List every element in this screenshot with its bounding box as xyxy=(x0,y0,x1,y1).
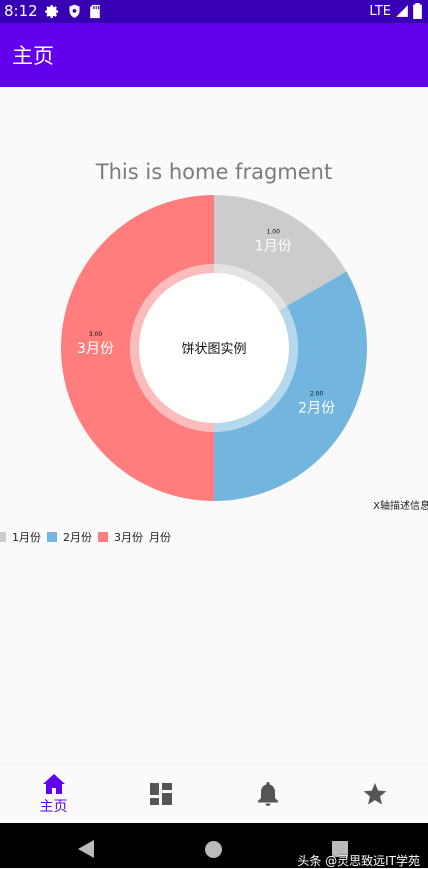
slice-label: 3月份 xyxy=(77,341,114,357)
status-time: 8:12 xyxy=(4,2,38,20)
gear-icon xyxy=(45,4,59,18)
slice-value-label: 2.00 xyxy=(310,390,324,397)
legend-label: 1月份 xyxy=(12,531,41,544)
pie-chart[interactable]: 1.00 1月份 2.00 2月份 3.00 3月份 饼状图实例 xyxy=(0,190,428,510)
slice-label: 1月份 xyxy=(255,238,292,254)
home-icon xyxy=(42,773,65,794)
legend-item-2: 2月份 xyxy=(47,529,92,545)
slice-value-label: 3.00 xyxy=(89,331,103,338)
legend-swatch xyxy=(0,532,6,542)
home-fragment-text: This is home fragment xyxy=(95,160,333,184)
legend-title: 月份 xyxy=(149,531,171,544)
watermark: 头条 @灵思致远IT学苑 xyxy=(297,854,420,868)
network-type: LTE xyxy=(369,3,391,19)
back-icon[interactable] xyxy=(78,840,94,858)
nav-favorites[interactable] xyxy=(321,764,428,824)
nav-home[interactable]: 主页 xyxy=(0,764,107,824)
chart-description: X轴描述信息 xyxy=(373,501,428,512)
nav-notifications[interactable] xyxy=(214,764,321,824)
legend-item-1: 1月份 xyxy=(0,529,41,545)
shield-icon xyxy=(69,4,80,18)
chart-legend: 1月份 2月份 3月份 月份 xyxy=(0,529,171,545)
star-icon xyxy=(363,782,386,804)
nav-dashboard[interactable] xyxy=(107,764,214,824)
sd-card-icon xyxy=(90,4,100,18)
legend-swatch xyxy=(47,532,57,542)
app-bar: 主页 xyxy=(0,23,428,87)
nav-home-label: 主页 xyxy=(39,798,68,815)
legend-label: 3月份 xyxy=(114,531,143,544)
legend-swatch xyxy=(98,532,108,542)
battery-icon xyxy=(413,3,422,19)
page-title: 主页 xyxy=(12,44,54,68)
slice-label: 2月份 xyxy=(298,400,335,416)
legend-item-3: 3月份 xyxy=(98,529,143,545)
legend-label: 2月份 xyxy=(63,531,92,544)
dashboard-icon xyxy=(149,783,172,805)
bottom-navigation: 主页 xyxy=(0,763,428,824)
home-circle-icon[interactable] xyxy=(205,841,222,858)
signal-icon xyxy=(396,5,408,17)
slice-value-label: 1.00 xyxy=(267,228,281,235)
status-bar: 8:12 LTE xyxy=(0,0,428,23)
bell-icon xyxy=(257,782,278,806)
pie-center-text: 饼状图实例 xyxy=(181,342,246,357)
